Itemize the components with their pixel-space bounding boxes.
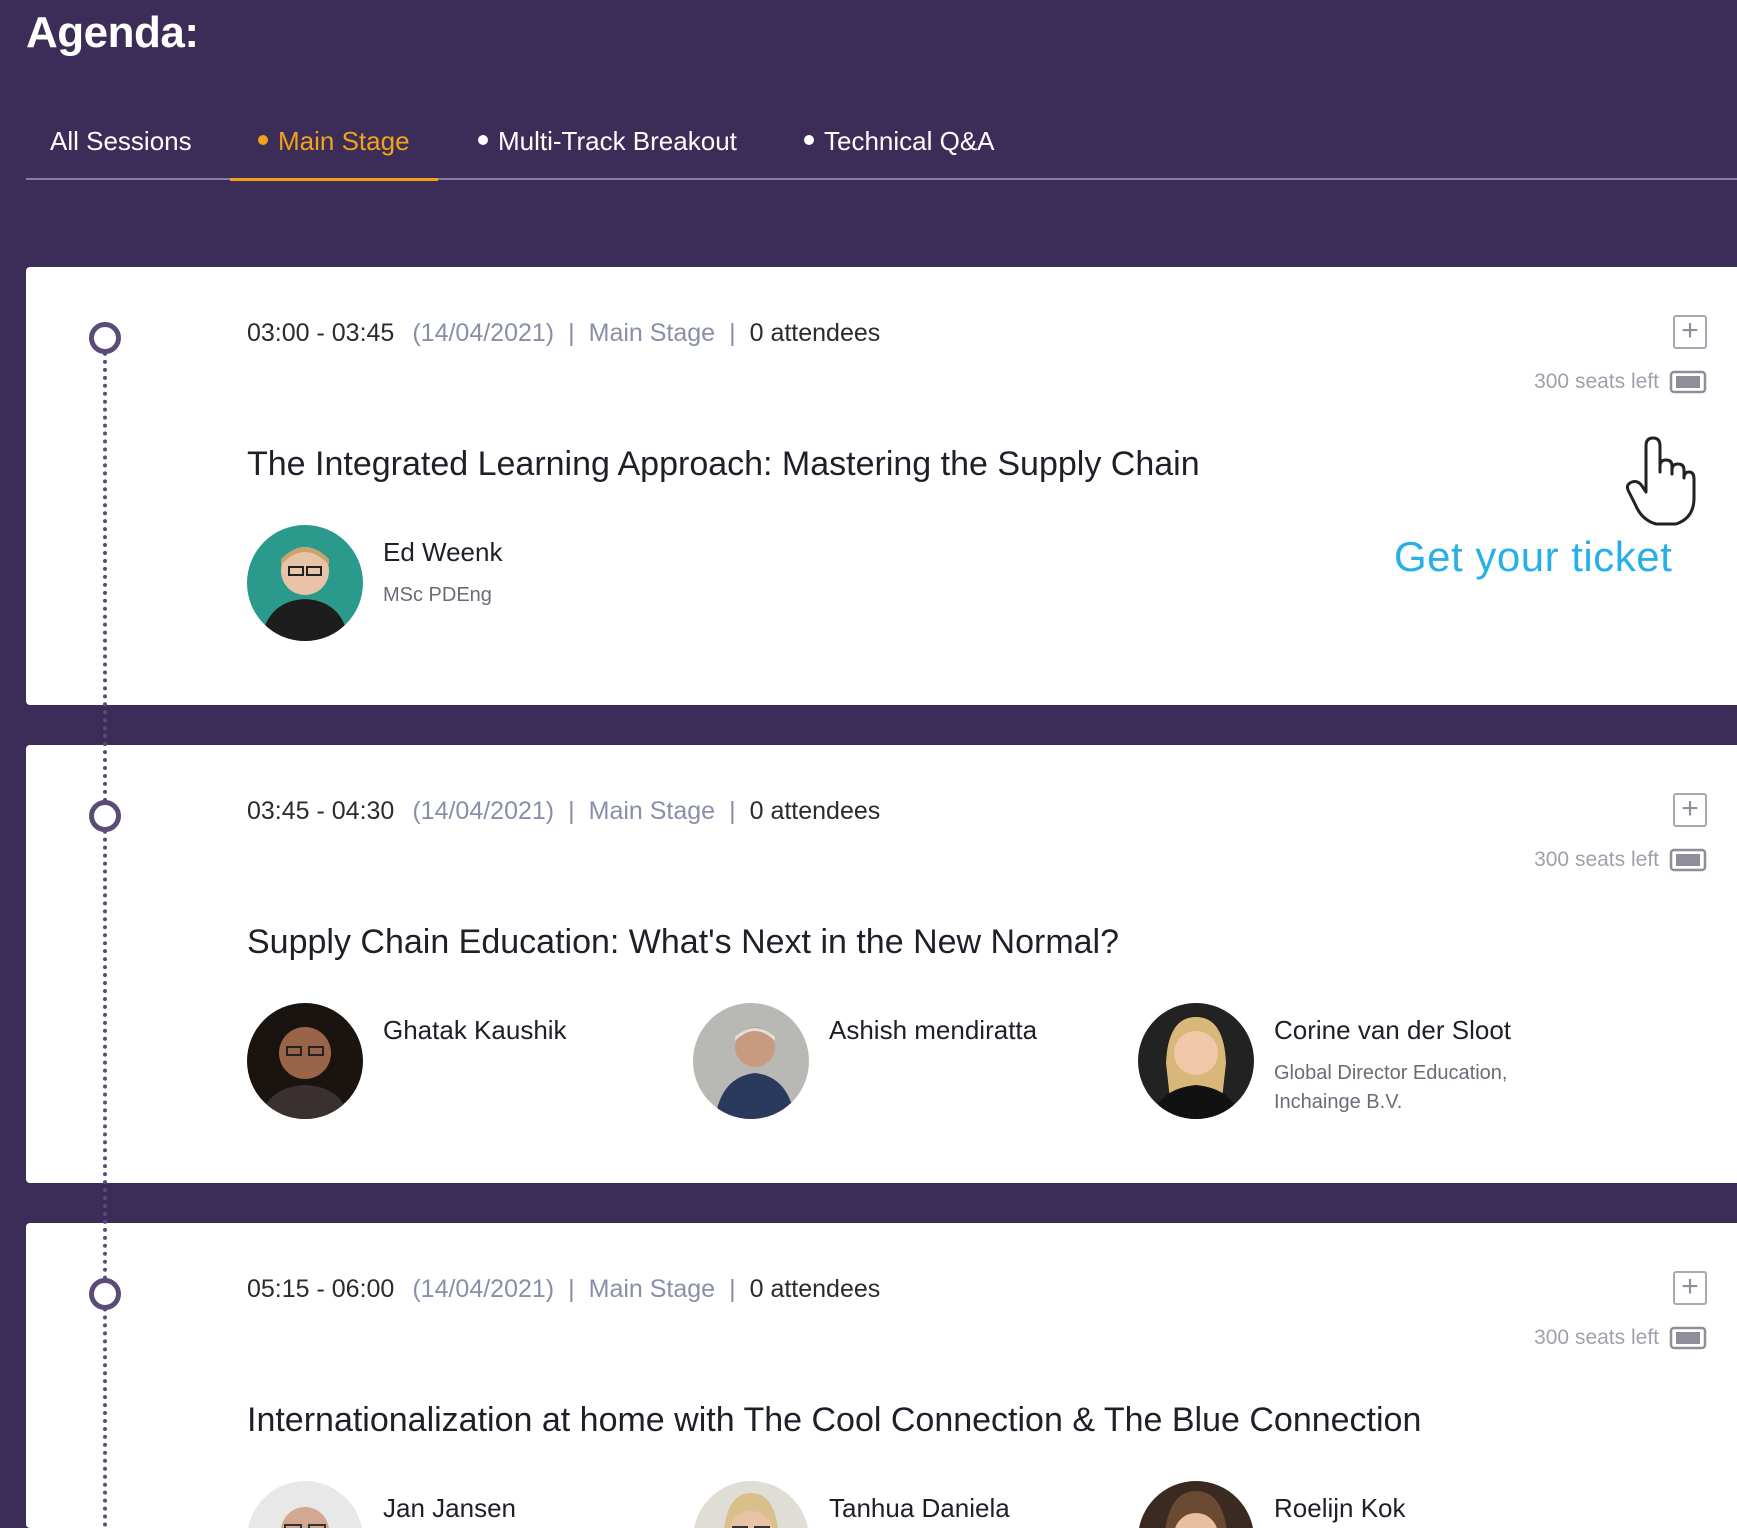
- tab-main-stage[interactable]: Main Stage: [230, 126, 438, 181]
- session-attendees: 0 attendees: [749, 319, 881, 347]
- agenda-tabs: All Sessions Main Stage Multi-Track Brea…: [26, 110, 1737, 181]
- seats-left: 300 seats left: [1534, 370, 1707, 394]
- tab-label: Technical Q&A: [824, 126, 995, 156]
- speaker-name: Tanhua Daniela: [829, 1493, 1010, 1523]
- session-stage: Main Stage: [588, 1275, 716, 1303]
- session-card: 03:45 - 04:30 (14/04/2021) | Main Stage | 0 a…: [26, 745, 1737, 1183]
- timeline-node-icon: [89, 800, 121, 832]
- ticket-icon: [1669, 848, 1707, 872]
- hand-pointer-icon: [1626, 436, 1696, 526]
- session-stage: Main Stage: [588, 319, 716, 347]
- session-time: 03:45 - 04:30: [247, 797, 395, 825]
- ticket-icon: [1669, 370, 1707, 394]
- session-attendees: 0 attendees: [749, 797, 881, 825]
- seats-label: 300 seats left: [1534, 848, 1659, 871]
- session-attendees: 0 attendees: [749, 1275, 881, 1303]
- session-time: 03:00 - 03:45: [247, 319, 395, 347]
- session-card: 05:15 - 06:00 (14/04/2021) | Main Stage | 0 a…: [26, 1223, 1737, 1528]
- bullet-icon: [804, 135, 814, 146]
- session-meta: 03:00 - 03:45 (14/04/2021) | Main Stage | 0 a…: [247, 319, 881, 347]
- speaker-list: Ghatak Kaushik Ashish mendiratta Corine …: [247, 1003, 1647, 1123]
- speaker-name: Jan Jansen: [383, 1493, 516, 1523]
- speaker-role: MSc PDEng: [383, 584, 492, 606]
- tab-technical-qa[interactable]: Technical Q&A: [804, 126, 995, 178]
- page-title: Agenda:: [26, 8, 199, 57]
- avatar: [693, 1481, 809, 1528]
- speaker-name: Roelijn Kok: [1274, 1493, 1406, 1523]
- bullet-icon: [478, 135, 488, 146]
- add-to-agenda-button[interactable]: +: [1673, 793, 1707, 827]
- ticket-icon: [1669, 1326, 1707, 1350]
- seats-left: 300 seats left: [1534, 1326, 1707, 1350]
- timeline-node-icon: [89, 322, 121, 354]
- session-meta: 05:15 - 06:00 (14/04/2021) | Main Stage | 0 a…: [247, 1275, 881, 1303]
- session-date: (14/04/2021): [412, 797, 555, 825]
- session-stage: Main Stage: [588, 797, 716, 825]
- session-title[interactable]: The Integrated Learning Approach: Master…: [247, 445, 1200, 484]
- session-time: 05:15 - 06:00: [247, 1275, 395, 1303]
- plus-square-icon: +: [1681, 314, 1699, 347]
- add-to-agenda-button[interactable]: +: [1673, 315, 1707, 349]
- seats-label: 300 seats left: [1534, 1326, 1659, 1349]
- avatar: [247, 525, 363, 641]
- seats-left: 300 seats left: [1534, 848, 1707, 872]
- timeline-line: [103, 336, 107, 1528]
- speaker-name: Ed Weenk: [383, 537, 503, 567]
- tab-label: All Sessions: [50, 126, 192, 156]
- speaker-name: Corine van der Sloot: [1274, 1015, 1512, 1045]
- speaker-name: Ashish mendiratta: [829, 1015, 1038, 1045]
- get-ticket-link[interactable]: Get your ticket: [1394, 533, 1672, 581]
- session-date: (14/04/2021): [412, 1275, 555, 1303]
- avatar: [1138, 1481, 1254, 1528]
- session-meta: 03:45 - 04:30 (14/04/2021) | Main Stage | 0 a…: [247, 797, 881, 825]
- session-title[interactable]: Internationalization at home with The Co…: [247, 1401, 1421, 1440]
- tab-label: Multi-Track Breakout: [498, 126, 737, 156]
- avatar: [247, 1481, 363, 1528]
- plus-square-icon: +: [1681, 1270, 1699, 1303]
- plus-square-icon: +: [1681, 792, 1699, 825]
- speaker-name: Ghatak Kaushik: [383, 1015, 567, 1045]
- speaker-list: Jan Jansen Tanhua Daniela Roelijn Kok: [247, 1481, 1647, 1528]
- session-card: 03:00 - 03:45 (14/04/2021) | Main Stage | 0 a…: [26, 267, 1737, 705]
- avatar: [247, 1003, 363, 1119]
- tab-label: Main Stage: [278, 126, 410, 156]
- add-to-agenda-button[interactable]: +: [1673, 1271, 1707, 1305]
- timeline-node-icon: [89, 1278, 121, 1310]
- avatar: [693, 1003, 809, 1119]
- tab-all-sessions[interactable]: All Sessions: [50, 126, 192, 178]
- seats-label: 300 seats left: [1534, 370, 1659, 393]
- bullet-icon: [258, 135, 268, 146]
- tab-multi-track-breakout[interactable]: Multi-Track Breakout: [478, 126, 737, 178]
- session-date: (14/04/2021): [412, 319, 555, 347]
- avatar: [1138, 1003, 1254, 1119]
- session-title[interactable]: Supply Chain Education: What's Next in t…: [247, 923, 1119, 962]
- speaker-role: Global Director Education, Inchainge B.V…: [1274, 1062, 1508, 1113]
